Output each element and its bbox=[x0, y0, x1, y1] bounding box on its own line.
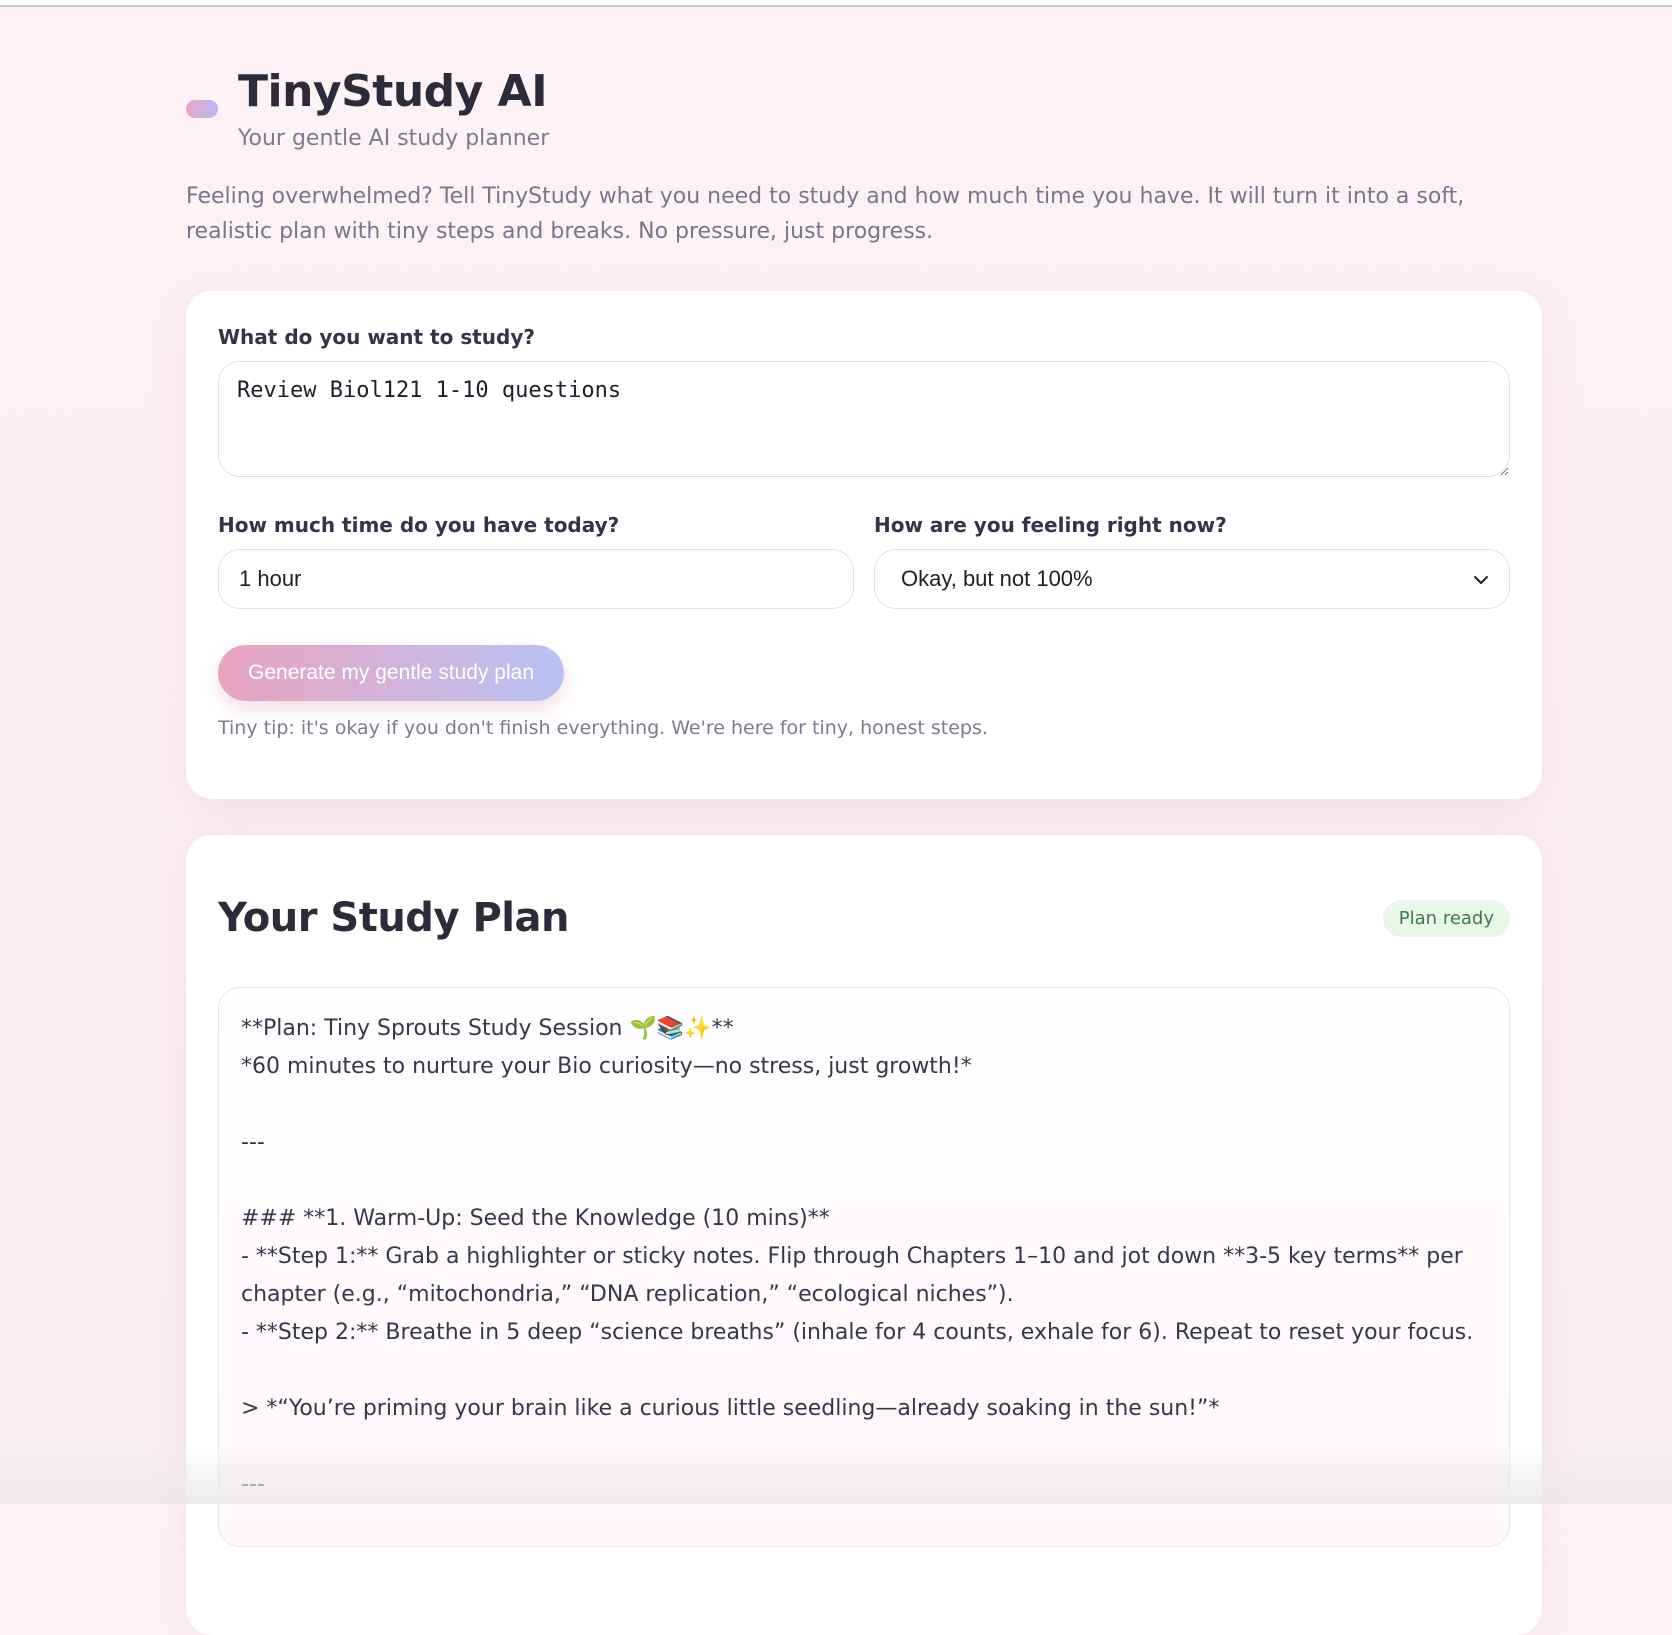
plan-line bbox=[241, 1086, 1487, 1124]
app-title: TinyStudy AI bbox=[238, 66, 548, 117]
app-header: TinyStudy AI Your gentle AI study planne… bbox=[186, 60, 1542, 151]
plan-output[interactable]: **Plan: Tiny Sprouts Study Session 🌱📚✨**… bbox=[218, 987, 1510, 1547]
plan-line bbox=[241, 1352, 1487, 1390]
plan-line: --- bbox=[241, 1130, 265, 1155]
time-input[interactable] bbox=[218, 549, 854, 609]
tip-text: Tiny tip: it's okay if you don't finish … bbox=[218, 717, 988, 739]
study-form-card: What do you want to study? How much time… bbox=[186, 291, 1542, 799]
time-label: How much time do you have today? bbox=[218, 513, 620, 537]
intro-text: Feeling overwhelmed? Tell TinyStudy what… bbox=[186, 184, 1465, 244]
plan-line: ### **1. Warm-Up: Seed the Knowledge (10… bbox=[241, 1206, 830, 1231]
time-feeling-row: How much time do you have today? How are… bbox=[218, 513, 1510, 609]
generate-plan-button[interactable]: Generate my gentle study plan bbox=[218, 645, 565, 701]
feeling-selected-value: Okay, but not 100% bbox=[901, 566, 1093, 591]
plan-line: **Plan: Tiny Sprouts Study Session 🌱📚✨** bbox=[241, 1016, 734, 1041]
plan-line: > *“You’re priming your brain like a cur… bbox=[241, 1396, 1220, 1421]
study-plan-card: Your Study Plan Plan ready **Plan: Tiny … bbox=[186, 835, 1542, 1635]
feeling-field-group: How are you feeling right now? Okay, but… bbox=[874, 513, 1510, 609]
status-badge: Plan ready bbox=[1382, 899, 1510, 937]
page-container: TinyStudy AI Your gentle AI study planne… bbox=[186, 60, 1542, 1635]
chevron-down-icon bbox=[1474, 576, 1488, 584]
browser-top-edge bbox=[0, 0, 1672, 7]
feeling-label: How are you feeling right now? bbox=[874, 513, 1227, 537]
study-textarea[interactable] bbox=[218, 361, 1510, 477]
feeling-select[interactable]: Okay, but not 100% bbox=[874, 549, 1510, 609]
logo-icon bbox=[186, 100, 218, 118]
plan-line: *60 minutes to nurture your Bio curiosit… bbox=[241, 1054, 972, 1079]
plan-line bbox=[241, 1428, 1487, 1466]
plan-line bbox=[241, 1162, 1487, 1200]
plan-line: - **Step 1:** Grab a highlighter or stic… bbox=[241, 1244, 1470, 1307]
study-label: What do you want to study? bbox=[218, 325, 535, 349]
plan-line: --- bbox=[241, 1472, 265, 1497]
plan-header: Your Study Plan Plan ready bbox=[218, 895, 1510, 941]
plan-line: - **Step 2:** Breathe in 5 deep “science… bbox=[241, 1320, 1474, 1345]
time-field-group: How much time do you have today? bbox=[218, 513, 854, 609]
title-block: TinyStudy AI Your gentle AI study planne… bbox=[238, 60, 549, 151]
app-subtitle: Your gentle AI study planner bbox=[238, 126, 550, 151]
plan-title: Your Study Plan bbox=[218, 895, 569, 941]
